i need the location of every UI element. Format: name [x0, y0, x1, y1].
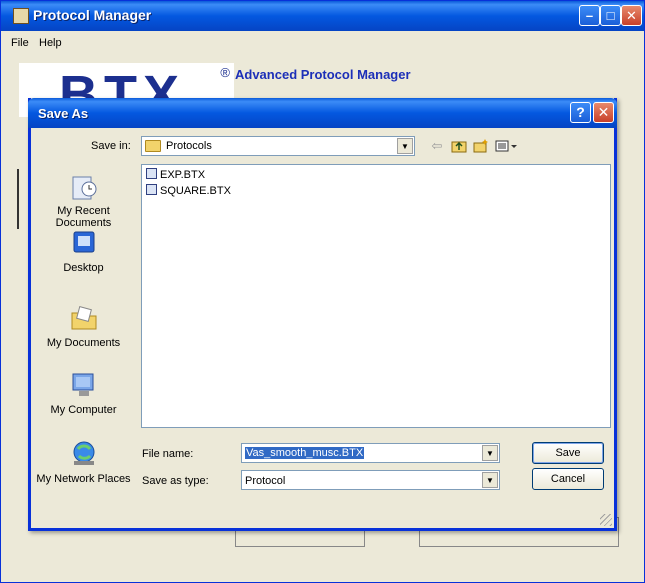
recent-documents-icon — [72, 176, 96, 200]
save-as-type-value: Protocol — [245, 475, 286, 487]
dialog-close-button[interactable]: ✕ — [593, 102, 614, 123]
my-documents-icon — [71, 306, 96, 330]
menu-bar: File Help — [1, 31, 644, 51]
place-my-recent-documents[interactable]: My Recent Documents — [35, 171, 132, 229]
close-button[interactable]: ✕ — [621, 5, 642, 26]
place-my-network-places[interactable]: My Network Places — [35, 439, 132, 485]
dialog-titlebar[interactable]: Save As ? ✕ — [28, 98, 617, 128]
place-label: My Computer — [50, 404, 117, 416]
file-name: EXP.BTX — [160, 169, 206, 181]
registered-mark: ® — [220, 65, 230, 80]
place-my-computer[interactable]: My Computer — [35, 370, 132, 416]
chevron-down-icon[interactable]: ▼ — [482, 445, 498, 461]
chevron-down-icon[interactable]: ▼ — [397, 138, 413, 154]
place-desktop[interactable]: Desktop — [35, 228, 132, 274]
network-places-icon — [73, 441, 94, 465]
place-label: My Network Places — [36, 473, 131, 485]
resize-grip[interactable] — [600, 514, 612, 526]
file-icon — [146, 184, 157, 195]
menu-help[interactable]: Help — [39, 37, 62, 49]
place-my-documents[interactable]: My Documents — [35, 303, 132, 349]
cancel-button[interactable]: Cancel — [532, 468, 604, 490]
main-window-title: Protocol Manager — [33, 7, 152, 23]
list-item[interactable]: SQUARE.BTX — [146, 184, 231, 200]
app-icon — [13, 8, 29, 24]
help-button[interactable]: ? — [570, 102, 591, 123]
views-menu-icon[interactable] — [495, 138, 519, 154]
file-name: SQUARE.BTX — [160, 185, 231, 197]
main-titlebar[interactable]: Protocol Manager – □ ✕ — [1, 1, 644, 31]
app-heading: Advanced Protocol Manager — [235, 67, 411, 82]
save-button[interactable]: Save — [532, 442, 604, 464]
list-item[interactable]: EXP.BTX — [146, 168, 205, 184]
chevron-down-icon[interactable]: ▼ — [482, 472, 498, 488]
new-folder-icon[interactable] — [473, 138, 489, 154]
place-label: My Recent Documents — [55, 205, 112, 229]
dialog-title: Save As — [38, 106, 89, 121]
menu-file[interactable]: File — [11, 37, 29, 49]
desktop-icon — [73, 231, 94, 253]
save-in-value: Protocols — [166, 140, 212, 152]
save-in-dropdown[interactable]: Protocols ▼ — [141, 136, 415, 156]
file-icon — [146, 168, 157, 179]
places-bar: My Recent Documents Desktop My Documents… — [35, 163, 132, 525]
save-as-dialog: Save As ? ✕ Save in: Protocols ▼ ⇦ My Re… — [28, 98, 617, 531]
my-computer-icon — [72, 373, 93, 396]
maximize-button[interactable]: □ — [600, 5, 621, 26]
file-name-label: File name: — [142, 448, 194, 460]
file-name-field[interactable]: Vas_smooth_musc.BTX ▼ — [241, 443, 500, 463]
back-arrow-icon[interactable]: ⇦ — [429, 138, 445, 154]
file-name-value: Vas_smooth_musc.BTX — [245, 447, 365, 459]
save-in-label: Save in: — [91, 140, 131, 152]
save-as-type-label: Save as type: — [142, 475, 209, 487]
save-as-type-dropdown[interactable]: Protocol ▼ — [241, 470, 500, 490]
folder-icon — [145, 140, 161, 152]
place-label: My Documents — [46, 337, 121, 349]
up-folder-icon[interactable] — [451, 138, 467, 154]
place-label: Desktop — [63, 262, 104, 274]
minimize-button[interactable]: – — [579, 5, 600, 26]
file-list[interactable]: EXP.BTX SQUARE.BTX — [141, 164, 611, 428]
